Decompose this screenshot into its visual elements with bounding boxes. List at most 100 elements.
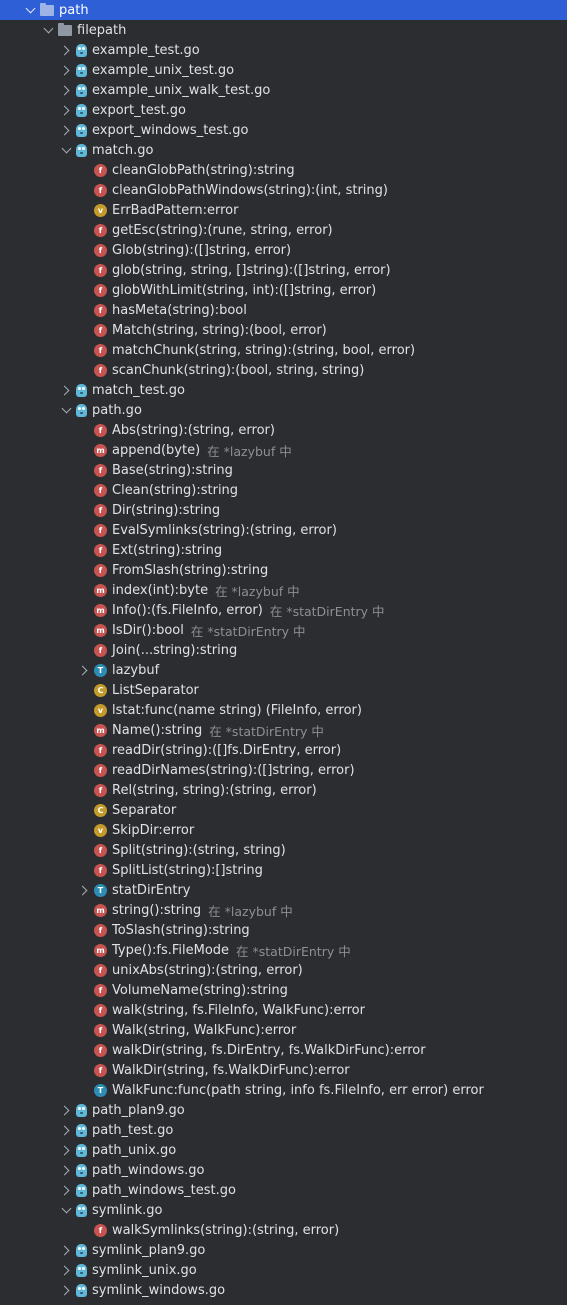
tree-row[interactable]: f Base(string):string [0,460,567,480]
chevron-down-icon[interactable] [24,0,36,20]
tree-row[interactable]: f walk(string, fs.FileInfo, WalkFunc):err… [0,1000,567,1020]
tree-row[interactable]: m Type():fs.FileMode 在 *statDirEntry 中 [0,940,567,960]
chevron-down-icon[interactable] [42,20,54,40]
tree-row[interactable]: TstatDirEntry [0,880,567,900]
tree-row[interactable]: f readDirNames(string):([]string, error) [0,760,567,780]
tree-row[interactable]: f cleanGlobPath(string):string [0,160,567,180]
tree-row[interactable]: export_test.go [0,100,567,120]
tree-row[interactable]: m Name():string 在 *statDirEntry 中 [0,720,567,740]
tree-row[interactable]: path_test.go [0,1120,567,1140]
chevron-down-icon[interactable] [60,140,72,160]
tree-row[interactable]: f cleanGlobPathWindows(string):(int, stri… [0,180,567,200]
tree-row[interactable]: f Walk(string, WalkFunc):error [0,1020,567,1040]
chevron-right-icon[interactable] [60,1240,72,1260]
chevron-right-icon[interactable] [60,1100,72,1120]
tree-row[interactable]: f Glob(string):([]string, error) [0,240,567,260]
tree-row[interactable]: v ErrBadPattern:error [0,200,567,220]
tree-row[interactable]: f glob(string, string, []string):([]strin… [0,260,567,280]
chevron-right-icon[interactable] [60,1160,72,1180]
tree-row[interactable]: f EvalSymlinks(string):(string, error) [0,520,567,540]
tree-row[interactable]: f Abs(string):(string, error) [0,420,567,440]
chevron-right-icon[interactable] [78,880,90,900]
tree-row[interactable]: m append(byte) 在 *lazybuf 中 [0,440,567,460]
tree-row[interactable]: T WalkFunc:func(path string, info fs.File… [0,1080,567,1100]
function-icon: f [94,1223,107,1237]
tree-row[interactable]: f VolumeName(string):string [0,980,567,1000]
tree-row[interactable]: f globWithLimit(string, int):([]string, e… [0,280,567,300]
chevron-right-icon[interactable] [78,660,90,680]
tree-row[interactable]: m Info():(fs.FileInfo, error) 在 *statDirEn… [0,600,567,620]
tree-row[interactable]: f Match(string, string):(bool, error) [0,320,567,340]
tree-row[interactable]: m string():string 在 *lazybuf 中 [0,900,567,920]
chevron-right-icon[interactable] [60,1180,72,1200]
tree-row[interactable]: f Split(string):(string, string) [0,840,567,860]
chevron-down-icon[interactable] [60,400,72,420]
tree-row[interactable]: f ToSlash(string):string [0,920,567,940]
tree-row[interactable]: export_windows_test.go [0,120,567,140]
chevron-right-icon[interactable] [60,380,72,400]
tree-row[interactable]: f WalkDir(string, fs.WalkDirFunc):error [0,1060,567,1080]
tree-row[interactable]: v lstat:func(name string) (FileInfo, erro… [0,700,567,720]
function-icon: f [94,483,107,497]
tree-row[interactable]: m index(int):byte 在 *lazybuf 中 [0,580,567,600]
tree-item-label: cleanGlobPath(string):string [112,162,295,178]
tree-row[interactable]: f Ext(string):string [0,540,567,560]
chevron-right-icon[interactable] [60,1140,72,1160]
go-file-icon [76,1263,87,1277]
tree-row[interactable]: match_test.go [0,380,567,400]
tree-row[interactable]: example_test.go [0,40,567,60]
tree-row[interactable]: f matchChunk(string, string):(string, boo… [0,340,567,360]
tree-row[interactable]: symlink_windows.go [0,1280,567,1300]
tree-row[interactable]: f FromSlash(string):string [0,560,567,580]
tree-item-label: getEsc(string):(rune, string, error) [112,222,333,238]
tree-row[interactable]: f readDir(string):([]fs.DirEntry, error) [0,740,567,760]
tree-row[interactable]: f hasMeta(string):bool [0,300,567,320]
tree-row[interactable]: C Separator [0,800,567,820]
tree-row[interactable]: example_unix_test.go [0,60,567,80]
tree-row[interactable]: f unixAbs(string):(string, error) [0,960,567,980]
tree-row[interactable]: f getEsc(string):(rune, string, error) [0,220,567,240]
chevron-right-icon[interactable] [60,80,72,100]
tree-row[interactable]: match.go [0,140,567,160]
tree-row[interactable]: f SplitList(string):[]string [0,860,567,880]
go-file-icon [76,1103,87,1117]
tree-row[interactable]: path_windows.go [0,1160,567,1180]
tree-row[interactable]: symlink_unix.go [0,1260,567,1280]
tree-row[interactable]: f Clean(string):string [0,480,567,500]
tree-row[interactable]: example_unix_walk_test.go [0,80,567,100]
chevron-down-icon[interactable] [60,1200,72,1220]
tree-row[interactable]: symlink_plan9.go [0,1240,567,1260]
tree-row[interactable]: f Dir(string):string [0,500,567,520]
chevron-right-icon[interactable] [60,1260,72,1280]
chevron-right-icon[interactable] [60,100,72,120]
chevron-right-icon[interactable] [60,1120,72,1140]
folder-icon [40,2,54,16]
chevron-right-icon[interactable] [60,60,72,80]
tree-row[interactable]: f scanChunk(string):(bool, string, string… [0,360,567,380]
tree-row[interactable]: f Rel(string, string):(string, error) [0,780,567,800]
chevron-right-icon[interactable] [60,120,72,140]
tree-row[interactable]: Tlazybuf [0,660,567,680]
tree-row[interactable]: f walkSymlinks(string):(string, error) [0,1220,567,1240]
chevron-right-icon[interactable] [60,40,72,60]
tree-row[interactable]: m IsDir():bool 在 *statDirEntry 中 [0,620,567,640]
tree-item-label: symlink_windows.go [92,1282,226,1298]
tree-row[interactable]: C ListSeparator [0,680,567,700]
tree-row[interactable]: f Join(...string):string [0,640,567,660]
go-file-icon [76,83,87,97]
go-file-icon [76,123,87,137]
tree-row[interactable]: f walkDir(string, fs.DirEntry, fs.WalkDir… [0,1040,567,1060]
tree-row[interactable]: path_unix.go [0,1140,567,1160]
tree-row[interactable]: v SkipDir:error [0,820,567,840]
tree-row[interactable]: path [0,0,567,20]
tree-row[interactable]: path_windows_test.go [0,1180,567,1200]
chevron-right-icon[interactable] [60,1280,72,1300]
tree-row[interactable]: path.go [0,400,567,420]
tree-row[interactable]: filepath [0,20,567,40]
tree-item-label: readDirNames(string):([]string, error) [112,762,355,778]
tree-row[interactable]: symlink.go [0,1200,567,1220]
tree-row[interactable]: path_plan9.go [0,1100,567,1120]
